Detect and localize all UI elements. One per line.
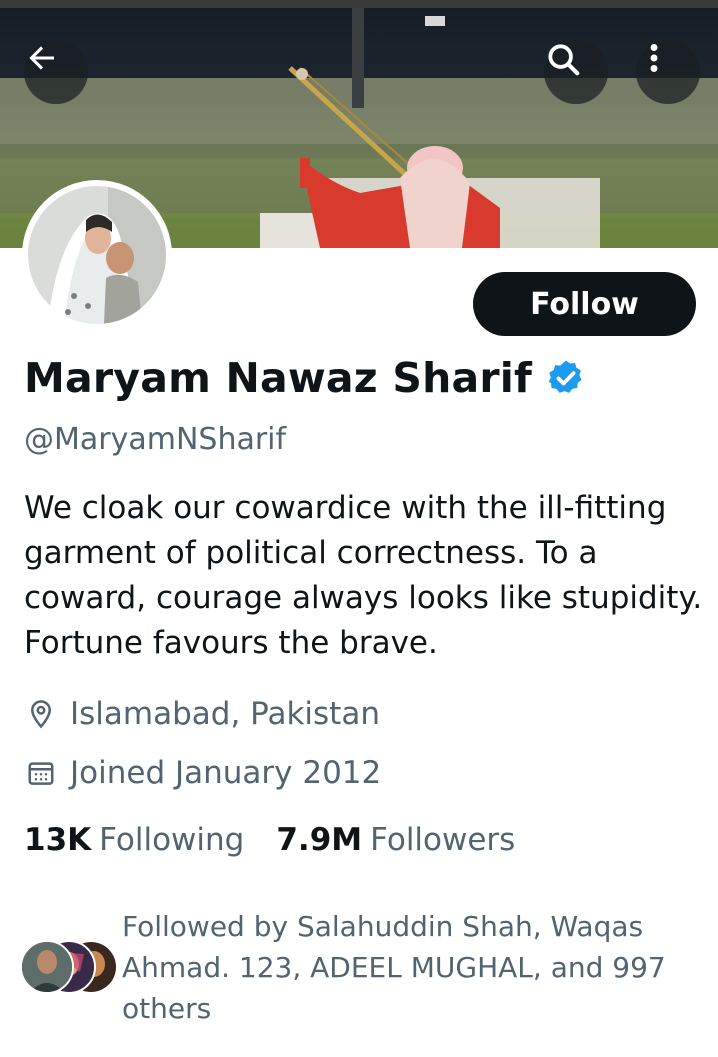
avatar bbox=[20, 940, 74, 994]
profile-location: Islamabad, Pakistan bbox=[24, 696, 380, 732]
search-button[interactable] bbox=[544, 40, 608, 104]
status-strip bbox=[0, 0, 718, 8]
profile-name: Maryam Nawaz Sharif bbox=[24, 354, 533, 402]
followers-count: 7.9M bbox=[276, 822, 363, 858]
followed-by-section[interactable]: Followed by Salahuddin Shah, Waqas Ahmad… bbox=[20, 906, 710, 1029]
followers-link[interactable]: 7.9M Followers bbox=[276, 822, 515, 858]
profile-avatar[interactable] bbox=[22, 180, 172, 330]
followed-by-text: Followed by Salahuddin Shah, Waqas Ahmad… bbox=[122, 910, 666, 1025]
more-options-button[interactable] bbox=[636, 40, 700, 104]
profile-name-row: Maryam Nawaz Sharif bbox=[24, 354, 586, 402]
more-vertical-icon bbox=[650, 44, 658, 72]
location-text: Islamabad, Pakistan bbox=[70, 696, 380, 732]
avatar-image bbox=[28, 186, 166, 324]
profile-joined: Joined January 2012 bbox=[24, 755, 381, 791]
verified-badge-icon[interactable] bbox=[546, 358, 586, 398]
joined-text: Joined January 2012 bbox=[70, 755, 382, 791]
followers-label: Followers bbox=[370, 822, 516, 858]
calendar-icon bbox=[24, 756, 58, 790]
back-button[interactable] bbox=[24, 40, 88, 104]
following-label: Following bbox=[99, 822, 245, 858]
arrow-left-icon bbox=[29, 46, 54, 70]
followers-you-know-avatars bbox=[20, 940, 118, 996]
following-link[interactable]: 13K Following bbox=[24, 822, 244, 858]
location-pin-icon bbox=[24, 697, 58, 731]
profile-bio: We cloak our cowardice with the ill-fitt… bbox=[24, 490, 703, 661]
profile-stats: 13K Following 7.9M Followers bbox=[24, 822, 515, 858]
follow-button[interactable]: Follow bbox=[473, 272, 696, 336]
search-icon bbox=[548, 44, 580, 76]
profile-handle: @MaryamNSharif bbox=[24, 422, 287, 457]
following-count: 13K bbox=[24, 822, 92, 858]
